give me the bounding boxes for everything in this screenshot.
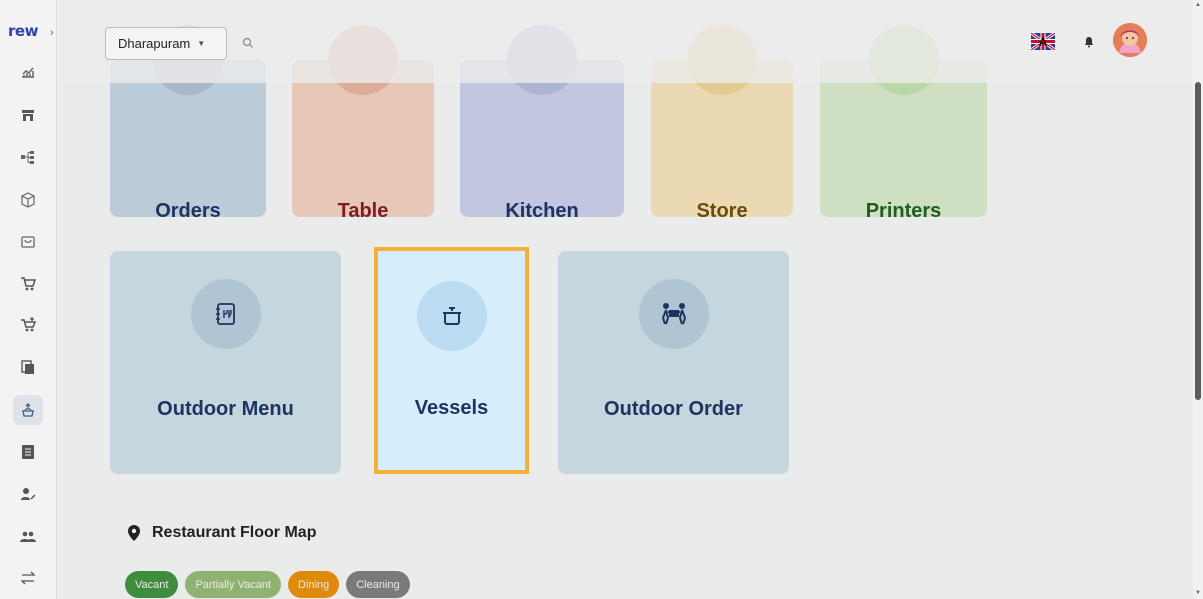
ledger-icon[interactable] xyxy=(13,437,43,467)
users-icon[interactable] xyxy=(13,521,43,551)
outdoor-order-tile[interactable]: Outdoor Order xyxy=(558,251,789,474)
chip-dining[interactable]: Dining xyxy=(288,571,340,598)
vessels-label: Vessels xyxy=(414,397,489,419)
orders-label: Orders xyxy=(155,200,221,222)
user-avatar[interactable] xyxy=(1113,23,1147,57)
copy-icon[interactable] xyxy=(13,352,43,382)
floor-map-title-text: Restaurant Floor Map xyxy=(152,524,317,541)
store-label: Store xyxy=(696,200,748,222)
cart-add-icon[interactable] xyxy=(13,310,43,340)
dashboard-chart-icon[interactable] xyxy=(13,56,43,86)
svg-text:A: A xyxy=(1039,35,1048,49)
delivery-people-icon xyxy=(638,279,709,349)
scrollbar-thumb[interactable] xyxy=(1195,82,1201,400)
scroll-up-arrow-icon[interactable]: ▲ xyxy=(1195,2,1201,8)
bell-icon[interactable] xyxy=(1083,36,1095,48)
main-content: Orders Table Kitchen Store Printers Outd… xyxy=(58,0,1193,599)
pot-icon xyxy=(416,281,487,351)
outdoor-menu-label: Outdoor Menu xyxy=(157,398,294,420)
location-pin-icon xyxy=(128,525,140,541)
user-edit-icon[interactable] xyxy=(13,479,43,509)
top-bar: Dharapuram ▼ A xyxy=(58,0,1193,83)
chip-cleaning[interactable]: Cleaning xyxy=(346,571,410,598)
outdoor-menu-tile[interactable]: Outdoor Menu xyxy=(110,251,341,474)
status-chips: Vacant Partially Vacant Dining Cleaning xyxy=(125,571,410,598)
bag-icon[interactable] xyxy=(13,226,43,256)
branch-select-value: Dharapuram xyxy=(118,36,191,51)
hierarchy-icon[interactable] xyxy=(13,142,43,172)
cart-icon[interactable] xyxy=(13,269,43,299)
transfer-icon[interactable] xyxy=(13,563,43,593)
kitchen-label: Kitchen xyxy=(505,200,579,222)
orders-tile[interactable]: Orders xyxy=(110,25,266,222)
floor-map-title: Restaurant Floor Map xyxy=(128,524,316,542)
outdoor-order-label: Outdoor Order xyxy=(604,398,743,420)
uk-flag-icon[interactable]: A xyxy=(1031,33,1055,50)
table-tile[interactable]: Table xyxy=(292,25,434,222)
vessels-tile[interactable]: Vessels xyxy=(374,247,529,474)
table-label: Table xyxy=(337,200,389,222)
kitchen-tile[interactable]: Kitchen xyxy=(460,25,624,222)
menu-book-icon xyxy=(190,279,261,349)
store-icon[interactable] xyxy=(13,100,43,130)
search-icon[interactable] xyxy=(241,36,255,50)
chevron-down-icon: ▼ xyxy=(197,39,206,48)
package-icon[interactable] xyxy=(13,185,43,215)
branch-select[interactable]: Dharapuram ▼ xyxy=(105,27,227,60)
chip-partially-vacant[interactable]: Partially Vacant xyxy=(185,571,282,598)
chip-vacant[interactable]: Vacant xyxy=(125,571,179,598)
printers-label: Printers xyxy=(865,200,942,222)
app-logo[interactable]: rew xyxy=(8,22,38,40)
store-tile[interactable]: Store xyxy=(651,25,793,222)
restaurant-icon[interactable] xyxy=(13,395,43,425)
scroll-down-arrow-icon[interactable]: ▼ xyxy=(1195,590,1201,596)
sidebar: rew › xyxy=(0,0,57,599)
printers-tile[interactable]: Printers xyxy=(820,25,987,222)
